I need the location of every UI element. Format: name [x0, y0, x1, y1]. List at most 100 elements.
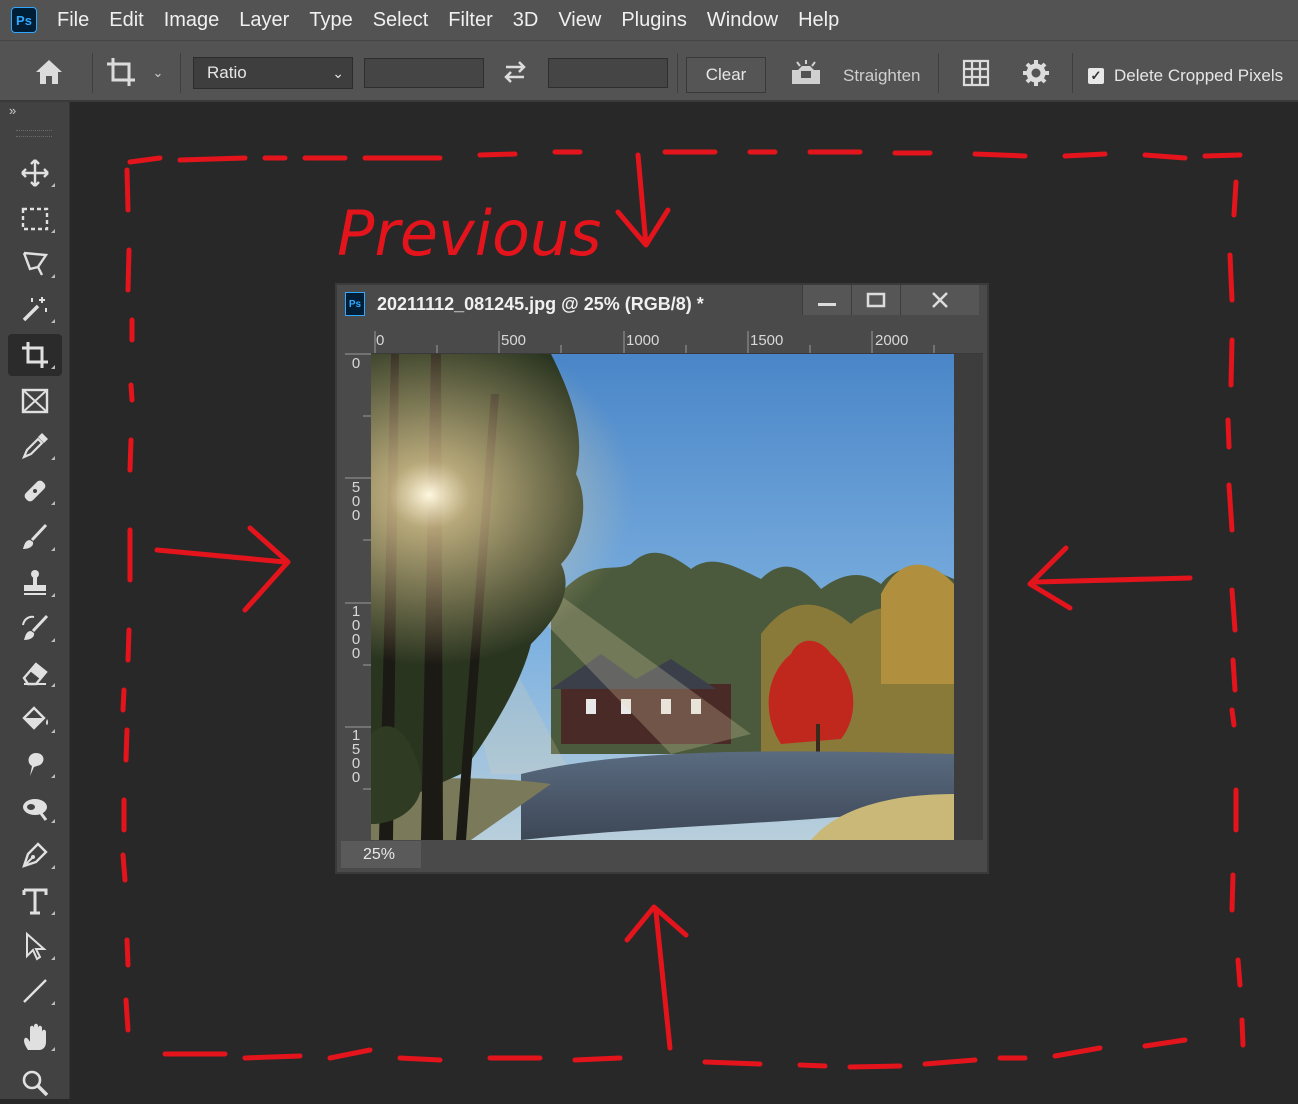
menu-filter[interactable]: Filter: [438, 0, 502, 40]
zoom-icon: [22, 1070, 49, 1097]
delete-cropped-pixels-toggle[interactable]: ✓ Delete Cropped Pixels: [1088, 66, 1283, 86]
zoom-level-field[interactable]: 25%: [341, 841, 421, 868]
crop-tool[interactable]: [8, 334, 62, 376]
arrow-up-bottom: [624, 904, 689, 1051]
hand-tool[interactable]: [8, 1016, 62, 1058]
separator: [92, 53, 93, 93]
chevron-down-icon: ⌄: [332, 65, 344, 81]
menu-plugins[interactable]: Plugins: [611, 0, 697, 40]
eraser-tool[interactable]: [8, 652, 62, 694]
tools-panel: »: [0, 102, 70, 1099]
minimize-button[interactable]: [802, 285, 851, 315]
magic-wand-icon: [22, 297, 47, 322]
stamp-icon: [24, 570, 46, 595]
move-icon: [21, 159, 49, 187]
maximize-button[interactable]: [851, 285, 900, 315]
menu-bar: Ps File Edit Image Layer Type Select Fil…: [0, 0, 1298, 40]
move-tool[interactable]: [8, 152, 62, 194]
frame-tool[interactable]: [8, 380, 62, 422]
path-selection-tool[interactable]: [8, 925, 62, 967]
width-input[interactable]: [364, 58, 484, 88]
clear-button[interactable]: Clear: [686, 57, 766, 93]
swap-arrows-icon[interactable]: [500, 57, 530, 87]
hand-icon: [24, 1023, 46, 1050]
menu-window[interactable]: Window: [697, 0, 788, 40]
annotation-previous-text: Previous: [337, 197, 601, 270]
separator: [677, 53, 678, 93]
bandage-icon: [24, 480, 46, 502]
hruler-label: 500: [501, 332, 527, 349]
bucket-icon: [22, 706, 48, 730]
history-brush-tool[interactable]: [8, 607, 62, 649]
type-tool[interactable]: [8, 880, 62, 922]
menu-edit[interactable]: Edit: [99, 0, 153, 40]
hruler-label: 2000: [875, 332, 909, 349]
vruler-label: 1500: [351, 727, 361, 786]
clone-stamp-tool[interactable]: [8, 562, 62, 604]
healing-tool[interactable]: [8, 470, 62, 512]
arrow-right: [154, 525, 291, 613]
separator: [938, 53, 939, 93]
line-icon: [23, 979, 47, 1003]
crop-tool-icon[interactable]: [103, 55, 139, 89]
grid-overlay-icon[interactable]: [958, 57, 994, 89]
menu-help[interactable]: Help: [788, 0, 849, 40]
crop-icon: [22, 342, 48, 368]
hruler-label: 1000: [626, 332, 660, 349]
lasso-tool[interactable]: [8, 243, 62, 285]
type-icon: [22, 888, 48, 915]
marquee-tool[interactable]: [8, 198, 62, 240]
ratio-select[interactable]: Ratio ⌄: [193, 57, 353, 89]
hruler-label: 1500: [750, 332, 784, 349]
height-input[interactable]: [548, 58, 668, 88]
maximize-icon: [866, 292, 886, 308]
delete-cropped-pixels-label: Delete Cropped Pixels: [1114, 66, 1284, 85]
menu-file[interactable]: File: [47, 0, 99, 40]
horizontal-ruler[interactable]: 0 500 1000 1500 2000: [371, 327, 983, 354]
home-icon[interactable]: [30, 55, 68, 89]
status-bar: 25%: [341, 841, 983, 868]
smudge-tool[interactable]: [8, 743, 62, 785]
checkbox-checked-icon[interactable]: ✓: [1088, 68, 1104, 84]
zoom-tool[interactable]: [8, 1062, 62, 1104]
eyedropper-tool[interactable]: [8, 425, 62, 467]
document-window[interactable]: Ps 20211112_081245.jpg @ 25% (RGB/8) * 0…: [335, 283, 989, 874]
eyedropper-icon: [21, 433, 48, 460]
vertical-ruler[interactable]: 0 500 1000 1500: [341, 353, 372, 841]
menu-select[interactable]: Select: [363, 0, 439, 40]
collapse-panel-icon[interactable]: »: [9, 103, 16, 118]
menu-3d[interactable]: 3D: [503, 0, 549, 40]
arrow-down-top: [615, 152, 671, 248]
gear-icon[interactable]: [1018, 57, 1054, 89]
brush-tool[interactable]: [8, 516, 62, 558]
straighten-icon[interactable]: [788, 58, 824, 88]
tool-preset-chevron-icon[interactable]: ⌄: [150, 63, 166, 83]
landscape-photo: [371, 354, 954, 840]
vruler-label: 0: [351, 355, 361, 372]
brush-icon: [23, 523, 48, 549]
separator: [180, 53, 181, 93]
close-button[interactable]: [900, 285, 979, 315]
line-tool[interactable]: [8, 970, 62, 1012]
menu-image[interactable]: Image: [154, 0, 230, 40]
panel-grip[interactable]: [16, 130, 52, 137]
dodge-icon: [23, 799, 48, 821]
vertical-scrollbar[interactable]: [954, 354, 983, 840]
separator: [1072, 53, 1073, 93]
arrow-left: [1027, 545, 1193, 611]
menu-layer[interactable]: Layer: [229, 0, 299, 40]
smudge-icon: [28, 753, 44, 776]
paint-bucket-tool[interactable]: [8, 698, 62, 740]
rect-marquee-icon: [21, 207, 49, 231]
document-title-bar[interactable]: Ps 20211112_081245.jpg @ 25% (RGB/8) *: [337, 285, 987, 323]
hruler-label: 0: [376, 332, 385, 349]
magic-wand-tool[interactable]: [8, 288, 62, 330]
canvas-photo[interactable]: [371, 354, 954, 840]
menu-type[interactable]: Type: [299, 0, 362, 40]
menu-view[interactable]: View: [548, 0, 611, 40]
frame-icon: [21, 388, 49, 414]
pen-tool[interactable]: [8, 834, 62, 876]
ratio-select-value: Ratio: [207, 63, 247, 82]
straighten-label[interactable]: Straighten: [843, 66, 921, 86]
dodge-tool[interactable]: [8, 788, 62, 830]
